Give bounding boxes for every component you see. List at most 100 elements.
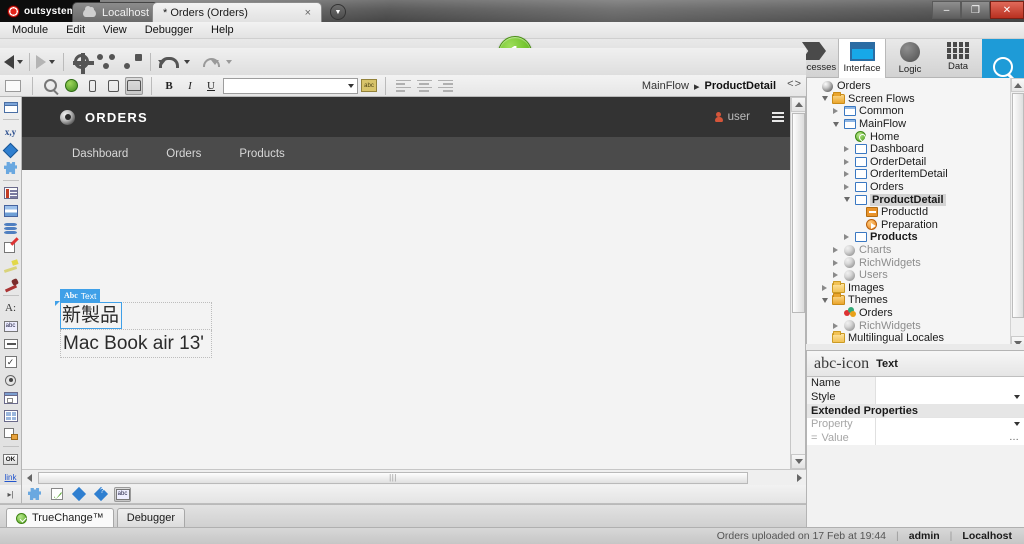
tree-node-common[interactable]: Common bbox=[807, 105, 1024, 118]
widget-button-btn[interactable]: OK bbox=[2, 451, 20, 467]
branch-icon[interactable] bbox=[97, 53, 115, 70]
widget-container-btn[interactable] bbox=[2, 390, 20, 406]
property-value-style[interactable] bbox=[875, 390, 1024, 404]
canvas-vscroll-thumb[interactable] bbox=[792, 113, 805, 313]
chevron-down-icon[interactable] bbox=[1014, 394, 1020, 399]
redo-caret-down-icon[interactable] bbox=[226, 59, 232, 64]
tree-node-orderitemdetail[interactable]: OrderItemDetail bbox=[807, 168, 1024, 181]
tree-toggle[interactable] bbox=[809, 82, 818, 91]
triangle-left-icon[interactable] bbox=[4, 54, 14, 69]
tree-node-orders[interactable]: Orders bbox=[807, 80, 1024, 93]
extended-property-dropdown[interactable] bbox=[875, 417, 1024, 431]
widget-brush-btn[interactable] bbox=[2, 275, 20, 292]
tab-localhost[interactable]: Localhost bbox=[72, 2, 161, 22]
tree-node-richwidgets[interactable]: RichWidgets bbox=[807, 256, 1024, 269]
menu-item-module[interactable]: Module bbox=[4, 23, 56, 37]
tree-node-multilingual-locales[interactable]: Multilingual Locales bbox=[807, 331, 1024, 345]
nav-item-orders[interactable]: Orders bbox=[166, 148, 201, 160]
close-window-button[interactable]: ✕ bbox=[990, 1, 1024, 19]
expand-icon[interactable] bbox=[842, 145, 851, 154]
tree-toggle[interactable] bbox=[820, 334, 829, 343]
widget-database-btn[interactable] bbox=[2, 221, 20, 237]
tree-node-preparation[interactable]: Preparation bbox=[807, 219, 1024, 232]
tree-node-dashboard[interactable]: Dashboard bbox=[807, 143, 1024, 156]
expand-icon[interactable] bbox=[831, 107, 840, 116]
scroll-right-button[interactable] bbox=[792, 471, 806, 485]
device-desktop-button[interactable] bbox=[125, 76, 143, 95]
widget-action-btn[interactable] bbox=[2, 142, 20, 158]
property-row-name[interactable]: Name bbox=[807, 376, 1024, 391]
tree-node-products[interactable]: Products bbox=[807, 231, 1024, 244]
tree-scroll-up-button[interactable] bbox=[1011, 78, 1024, 92]
tray-validation-button[interactable] bbox=[48, 487, 65, 502]
extended-property-row[interactable]: Property bbox=[807, 417, 1024, 432]
canvas-mode-button[interactable] bbox=[2, 77, 24, 95]
align-center-button[interactable] bbox=[415, 77, 433, 95]
hamburger-icon[interactable] bbox=[772, 112, 784, 122]
widget-label-btn[interactable]: abc bbox=[2, 318, 20, 334]
widget-table-icon-btn[interactable] bbox=[2, 99, 20, 115]
breadcrumb-parent[interactable]: MainFlow bbox=[642, 80, 689, 92]
close-icon[interactable]: × bbox=[305, 7, 311, 19]
canvas-body[interactable]: Abc Text 新製品 Mac Book air 13' bbox=[22, 170, 790, 469]
align-right-button[interactable] bbox=[436, 77, 454, 95]
compare-icon[interactable] bbox=[124, 53, 142, 70]
scroll-up-button[interactable] bbox=[791, 97, 805, 112]
tree-toggle[interactable] bbox=[853, 220, 862, 229]
selected-text-widget[interactable]: 新製品 bbox=[60, 302, 122, 329]
widget-highlighter-btn[interactable] bbox=[2, 257, 20, 273]
widget-extension-btn[interactable] bbox=[2, 160, 20, 176]
tree-node-themes[interactable]: Themes bbox=[807, 293, 1024, 307]
tree-node-orders[interactable]: Orders bbox=[807, 307, 1024, 320]
menu-item-debugger[interactable]: Debugger bbox=[137, 23, 201, 37]
maximize-button[interactable]: ❐ bbox=[961, 1, 990, 19]
tab-truechange[interactable]: TrueChange™ bbox=[6, 508, 114, 527]
widget-checkbox-btn[interactable]: ✓ bbox=[2, 354, 20, 370]
widget-input-btn[interactable] bbox=[2, 336, 20, 352]
collapse-icon[interactable] bbox=[831, 120, 840, 129]
element-tree-panel[interactable]: Orders Screen Flows Common MainFlow Home Dash… bbox=[806, 78, 1024, 350]
tree-node-orders[interactable]: Orders bbox=[807, 181, 1024, 194]
device-tablet-button[interactable] bbox=[104, 77, 122, 95]
expand-icon[interactable] bbox=[831, 321, 840, 330]
tab-orders[interactable]: * Orders (Orders) × bbox=[152, 2, 322, 22]
scroll-left-button[interactable] bbox=[22, 471, 36, 485]
text-placeholder-row-2[interactable]: Mac Book air 13' bbox=[60, 330, 212, 358]
widget-edit-btn[interactable] bbox=[2, 236, 20, 255]
widget-expression-btn[interactable]: A: bbox=[2, 300, 20, 316]
open-in-browser-button[interactable] bbox=[62, 77, 80, 95]
canvas-vertical-scrollbar[interactable] bbox=[790, 97, 805, 469]
expand-icon[interactable] bbox=[842, 157, 851, 166]
undo-caret-down-icon[interactable] bbox=[184, 59, 190, 64]
tree-vertical-scrollbar[interactable] bbox=[1010, 78, 1024, 350]
widget-link-btn[interactable]: link bbox=[2, 469, 20, 485]
back-caret-down-icon[interactable] bbox=[17, 59, 23, 64]
widget-copy-btn[interactable] bbox=[2, 426, 20, 442]
bold-button[interactable]: B bbox=[160, 77, 178, 95]
widget-form-btn[interactable] bbox=[2, 185, 20, 201]
device-phone-button[interactable] bbox=[83, 77, 101, 95]
expand-icon[interactable] bbox=[831, 271, 840, 280]
expand-icon[interactable] bbox=[842, 170, 851, 179]
tree-node-images[interactable]: Images bbox=[807, 280, 1024, 295]
extended-value-editor-button[interactable]: … bbox=[875, 431, 1024, 445]
tree-node-orderdetail[interactable]: OrderDetail bbox=[807, 156, 1024, 169]
forward-caret-down-icon[interactable] bbox=[49, 59, 55, 64]
tree-node-screen-flows[interactable]: Screen Flows bbox=[807, 91, 1024, 106]
align-left-button[interactable] bbox=[394, 77, 412, 95]
widget-radio-btn[interactable] bbox=[2, 372, 20, 388]
widget-record-list-btn[interactable] bbox=[2, 203, 20, 219]
widget-chart-btn[interactable]: x,y bbox=[2, 124, 20, 140]
menu-item-help[interactable]: Help bbox=[203, 23, 242, 37]
expand-icon[interactable] bbox=[820, 283, 829, 292]
scroll-down-button[interactable] bbox=[791, 454, 805, 469]
tree-node-richwidgets[interactable]: RichWidgets bbox=[807, 319, 1024, 332]
expand-icon[interactable] bbox=[831, 258, 840, 267]
minimize-button[interactable]: – bbox=[932, 1, 961, 19]
property-value-name[interactable] bbox=[875, 376, 1024, 390]
tree-node-home[interactable]: Home bbox=[807, 130, 1024, 143]
tree-toggle[interactable] bbox=[831, 308, 840, 317]
menu-item-view[interactable]: View bbox=[95, 23, 135, 37]
widget-list-grid-btn[interactable] bbox=[2, 408, 20, 424]
style-class-select[interactable] bbox=[223, 77, 358, 94]
